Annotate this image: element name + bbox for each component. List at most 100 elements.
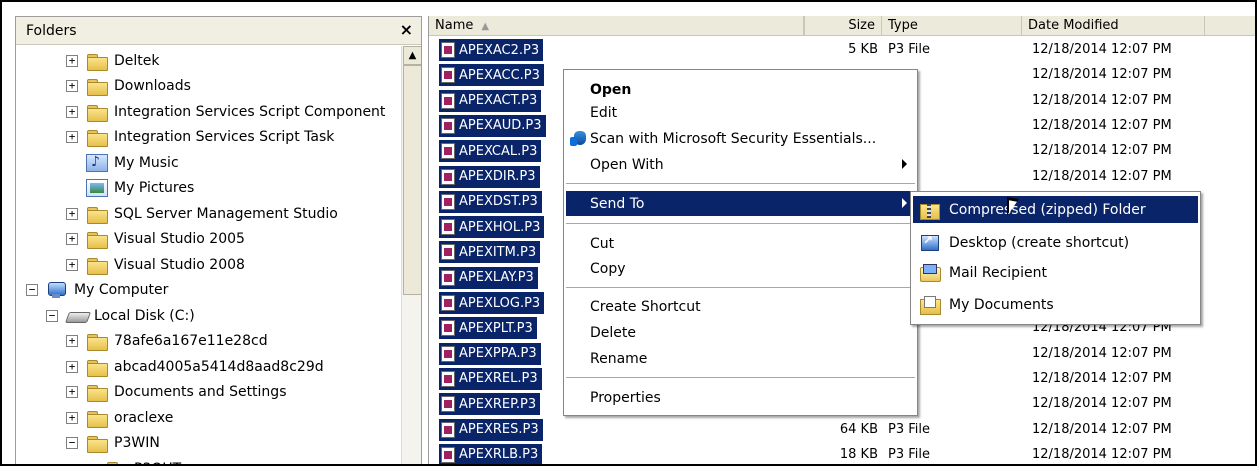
file-name-cell[interactable]: APEXCAL.P3 <box>439 140 542 163</box>
tree-item[interactable]: − P3WIN <box>66 431 160 456</box>
tree-item[interactable]: My Music <box>66 150 179 175</box>
file-name-label: APEXACT.P3 <box>459 93 538 109</box>
file-name-cell[interactable]: APEXDIR.P3 <box>439 165 540 188</box>
file-name-cell[interactable]: APEXRLB.P3 <box>439 443 543 464</box>
tree-item-label: My Pictures <box>114 180 195 196</box>
expand-icon[interactable]: + <box>66 54 78 67</box>
menu-cut-label: Cut <box>590 235 615 252</box>
send-to-my-documents[interactable]: My Documents <box>913 291 1198 318</box>
menu-copy[interactable]: Copy <box>566 256 915 281</box>
file-date-cell: 12/18/2014 12:07 PM <box>1032 92 1172 108</box>
file-date-cell: 12/18/2014 12:07 PM <box>1032 67 1172 83</box>
tree-item[interactable]: + Documents and Settings <box>66 380 286 405</box>
tree-item[interactable]: + abcad4005a5414d8aad8c29d <box>66 354 324 379</box>
column-date-label: Date Modified <box>1028 18 1119 33</box>
tree-item-label: Downloads <box>114 78 191 94</box>
menu-open-with[interactable]: Open With <box>566 152 915 177</box>
menu-properties[interactable]: Properties <box>566 385 915 410</box>
menu-cut[interactable]: Cut <box>566 231 915 256</box>
file-name-cell[interactable]: APEXAUD.P3 <box>439 114 546 137</box>
expand-icon[interactable]: + <box>66 411 78 424</box>
file-name-cell[interactable]: APEXLOG.P3 <box>439 292 545 314</box>
expand-icon[interactable]: + <box>66 105 78 118</box>
expand-icon[interactable]: + <box>66 258 78 271</box>
file-name-cell[interactable]: APEXACC.P3 <box>439 64 544 87</box>
file-name-cell[interactable]: APEXRES.P3 <box>439 418 543 441</box>
collapse-icon[interactable]: − <box>66 437 78 449</box>
column-header-type[interactable]: Type <box>882 16 1022 36</box>
tree-item[interactable]: + Integration Services Script Component <box>66 99 385 124</box>
expand-icon[interactable]: + <box>66 386 78 398</box>
folder-icon <box>86 52 108 71</box>
tree-item[interactable]: +78afe6a167e11e28cd <box>66 329 268 354</box>
expand-icon[interactable]: + <box>66 131 78 143</box>
file-name-cell[interactable]: APEXHOL.P3 <box>439 216 545 239</box>
tree-item[interactable]: + Visual Studio 2005 <box>66 227 245 252</box>
file-size-cell: 18 KB <box>839 446 878 462</box>
file-row[interactable]: APEXRES.P3 64 KB P3 File 12/18/2014 12:07 P… <box>429 417 1255 442</box>
collapse-icon[interactable]: − <box>26 284 38 296</box>
expand-icon[interactable]: + <box>66 207 78 220</box>
tree-item[interactable]: + Integration Services Script Task <box>66 125 334 150</box>
expand-icon[interactable]: + <box>66 233 78 245</box>
tree-item[interactable]: + Deltek <box>66 48 160 73</box>
menu-copy-label: Copy <box>590 260 626 277</box>
tree-scrollbar[interactable]: ▲ <box>401 46 421 464</box>
tree-item[interactable]: + oraclexe <box>66 405 173 430</box>
menu-send-to[interactable]: Send To <box>566 191 915 216</box>
file-name-cell[interactable]: APEXAC2.P3 <box>439 39 544 61</box>
menu-scan[interactable]: Scan with Microsoft Security Essentials.… <box>566 126 915 151</box>
menu-rename[interactable]: Rename <box>566 346 915 371</box>
p3-file-icon <box>441 446 455 463</box>
folder-icon <box>86 358 108 377</box>
file-name-cell[interactable]: APEXLAY.P3 <box>439 266 538 289</box>
file-name-label: APEXDST.P3 <box>459 194 538 210</box>
file-name-cell[interactable]: APEXITM.P3 <box>439 241 541 264</box>
file-name-label: APEXRLB.P3 <box>459 447 539 463</box>
file-name-cell[interactable]: APEXREP.P3 <box>439 393 541 416</box>
file-row[interactable]: APEXAC2.P3 5 KB P3 File 12/18/2014 12:07 PM <box>429 37 1255 62</box>
tree-item[interactable]: + Downloads <box>66 74 191 99</box>
menu-edit[interactable]: Edit <box>566 100 915 125</box>
send-to-compressed-folder[interactable]: Compressed (zipped) Folder <box>913 196 1198 223</box>
menu-open[interactable]: Open <box>566 77 915 102</box>
p3-file-icon <box>441 295 455 311</box>
expand-icon[interactable]: + <box>66 335 78 347</box>
desktop-icon <box>919 233 941 253</box>
scroll-thumb[interactable] <box>403 65 421 295</box>
tree-item[interactable]: + Visual Studio 2008 <box>66 252 245 277</box>
column-header-date-modified[interactable]: Date Modified <box>1022 16 1205 36</box>
tree-item[interactable]: + SQL Server Management Studio <box>66 201 338 226</box>
collapse-icon[interactable]: − <box>46 309 58 322</box>
tree-item-label: P3WIN <box>114 435 160 451</box>
tree-item-label: P3OUT <box>134 461 181 465</box>
tree-item-label: Local Disk (C:) <box>94 307 195 324</box>
submenu-arrow-icon <box>902 159 907 169</box>
tree-item-label: Deltek <box>114 52 160 69</box>
my-computer-icon <box>46 281 68 299</box>
zip-folder-icon <box>919 200 941 220</box>
file-name-cell[interactable]: APEXDST.P3 <box>439 190 542 213</box>
tree-item[interactable]: P3OUT <box>86 456 181 465</box>
expand-icon[interactable]: + <box>66 80 78 92</box>
send-to-item-label: Desktop (create shortcut) <box>949 234 1130 251</box>
file-name-cell[interactable]: APEXACT.P3 <box>439 89 542 112</box>
file-name-cell[interactable]: APEXPPA.P3 <box>439 342 541 365</box>
column-header-bar: Name ▲ Size Type Date Modified <box>429 16 1255 36</box>
file-name-cell[interactable]: APEXREL.P3 <box>439 367 542 390</box>
column-header-size[interactable]: Size <box>699 16 882 36</box>
expand-icon[interactable]: + <box>66 360 78 373</box>
close-icon[interactable]: × <box>400 20 413 39</box>
send-to-mail-recipient[interactable]: Mail Recipient <box>913 259 1198 286</box>
menu-separator <box>566 287 915 288</box>
menu-delete[interactable]: Delete <box>566 320 915 345</box>
menu-create-shortcut[interactable]: Create Shortcut <box>566 294 915 319</box>
send-to-desktop[interactable]: Desktop (create shortcut) <box>913 229 1198 256</box>
tree-item[interactable]: − Local Disk (C:) <box>46 303 195 328</box>
tree-item[interactable]: − My Computer <box>26 278 168 303</box>
file-name-cell[interactable]: APEXPLT.P3 <box>439 317 537 340</box>
file-row[interactable]: APEXRLB.P3 18 KB P3 File 12/18/2014 12:07 P… <box>429 442 1255 464</box>
p3-file-icon <box>441 143 455 160</box>
scroll-up-arrow-icon[interactable]: ▲ <box>403 46 421 65</box>
tree-item[interactable]: My Pictures <box>66 176 194 201</box>
